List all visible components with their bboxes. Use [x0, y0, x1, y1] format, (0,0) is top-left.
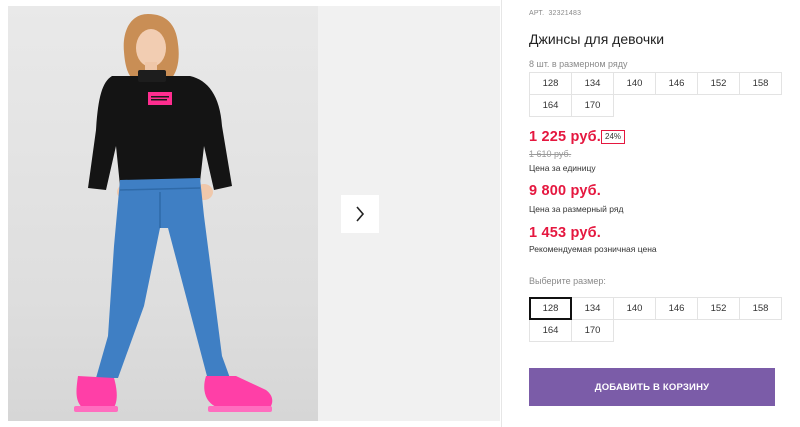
size-option[interactable]: 170	[571, 319, 614, 342]
next-image-button[interactable]	[341, 195, 379, 233]
size-select-grid: 128 134 140 146 152 158 164 170	[529, 297, 782, 342]
size-option[interactable]: 152	[697, 297, 740, 320]
size-row-grid: 128 134 140 146 152 158 164 170	[529, 72, 782, 117]
size-option[interactable]: 158	[739, 297, 782, 320]
size-row-cell: 158	[739, 72, 782, 95]
size-row-cell: 152	[697, 72, 740, 95]
size-option[interactable]: 134	[571, 297, 614, 320]
add-to-cart-button[interactable]: ДОБАВИТЬ В КОРЗИНУ	[529, 368, 775, 406]
unit-price-caption: Цена за единицу	[529, 163, 596, 173]
discount-badge: 24%	[601, 130, 626, 144]
article-number: АРТ. 32321483	[529, 10, 581, 17]
retail-price: 1 453 руб.	[529, 225, 602, 241]
size-row-cell: 128	[529, 72, 572, 95]
product-photo[interactable]	[8, 6, 318, 421]
size-row-cell: 134	[571, 72, 614, 95]
size-option-selected[interactable]: 128	[529, 297, 572, 320]
size-row-cell: 146	[655, 72, 698, 95]
size-option[interactable]: 140	[613, 297, 656, 320]
size-row-cell: 164	[529, 94, 572, 117]
retail-price-caption: Рекомендуемая розничная цена	[529, 244, 657, 254]
article-value: 32321483	[548, 10, 582, 17]
size-row-label: 8 шт. в размерном ряду	[529, 59, 628, 69]
select-size-label: Выберите размер:	[529, 276, 606, 286]
article-label: АРТ.	[529, 10, 545, 17]
product-gallery	[0, 0, 500, 427]
size-row-cell: 140	[613, 72, 656, 95]
row-price: 9 800 руб.	[529, 183, 602, 199]
chevron-right-icon	[356, 206, 365, 222]
size-row-cell: 170	[571, 94, 614, 117]
girl-in-jeans-image	[74, 14, 273, 412]
product-title: Джинсы для девочки	[529, 31, 665, 47]
size-option[interactable]: 146	[655, 297, 698, 320]
panel-divider	[501, 0, 502, 427]
product-page: АРТ. 32321483 Джинсы для девочки 8 шт. в…	[0, 0, 800, 427]
old-price: 1 610 руб.	[529, 149, 572, 159]
size-option[interactable]: 164	[529, 319, 572, 342]
row-price-caption: Цена за размерный ряд	[529, 204, 624, 214]
unit-price: 1 225 руб.	[529, 129, 602, 145]
